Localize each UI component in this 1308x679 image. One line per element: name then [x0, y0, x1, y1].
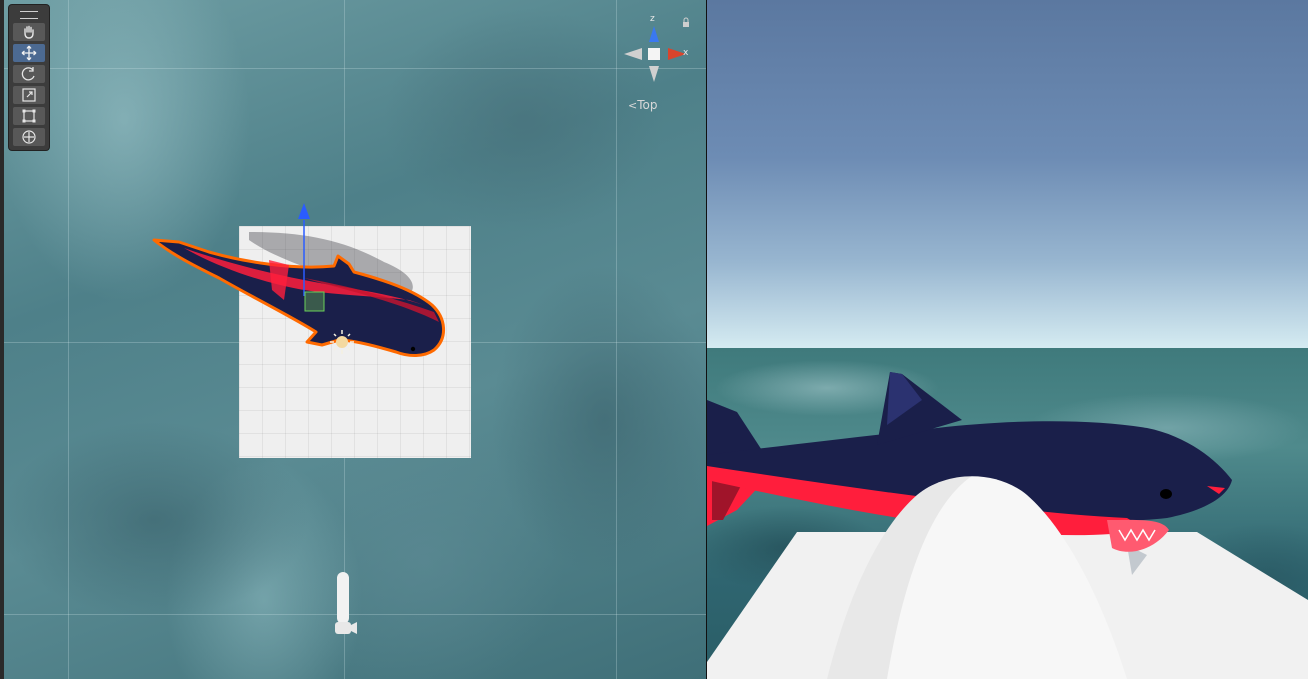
hand-tool-button[interactable]: [13, 23, 45, 41]
camera-object-icon[interactable]: [335, 572, 357, 634]
center-cube[interactable]: [648, 48, 660, 60]
hand-icon: [24, 25, 34, 39]
transform-icon: [22, 130, 36, 144]
rotate-icon: [21, 67, 35, 81]
scene-view[interactable]: z x <Top: [4, 0, 706, 679]
palette-grip-icon[interactable]: [20, 11, 38, 19]
tool-palette: [9, 5, 49, 150]
view-mode-label[interactable]: <Top: [628, 98, 657, 112]
unity-editor-split-view: z x <Top: [0, 0, 1308, 679]
z-axis-label: z: [650, 14, 655, 24]
axis-gizmo-graphic: [624, 17, 689, 82]
transform-tool-button[interactable]: [13, 128, 45, 146]
scene-objects: [152, 203, 445, 634]
game-view[interactable]: [707, 0, 1308, 679]
x-axis-label: x: [683, 48, 689, 58]
z-axis-cone[interactable]: [649, 26, 659, 42]
view-mode-text: Top: [637, 98, 658, 112]
perspective-toggle-icon: <: [628, 99, 638, 112]
scale-tool-button[interactable]: [13, 86, 45, 104]
rect-tool-button[interactable]: [13, 107, 45, 125]
lock-icon[interactable]: [683, 22, 689, 27]
scale-icon: [22, 88, 36, 102]
move-arrows-icon: [21, 45, 37, 61]
game-scene-objects: [707, 372, 1308, 679]
move-tool-button[interactable]: [13, 44, 45, 62]
neg-z-axis-cone[interactable]: [649, 66, 659, 82]
orientation-gizmo[interactable]: z x: [616, 14, 702, 94]
neg-x-axis-cone[interactable]: [624, 48, 642, 60]
rotate-tool-button[interactable]: [13, 65, 45, 83]
rect-transform-icon: [22, 109, 36, 123]
